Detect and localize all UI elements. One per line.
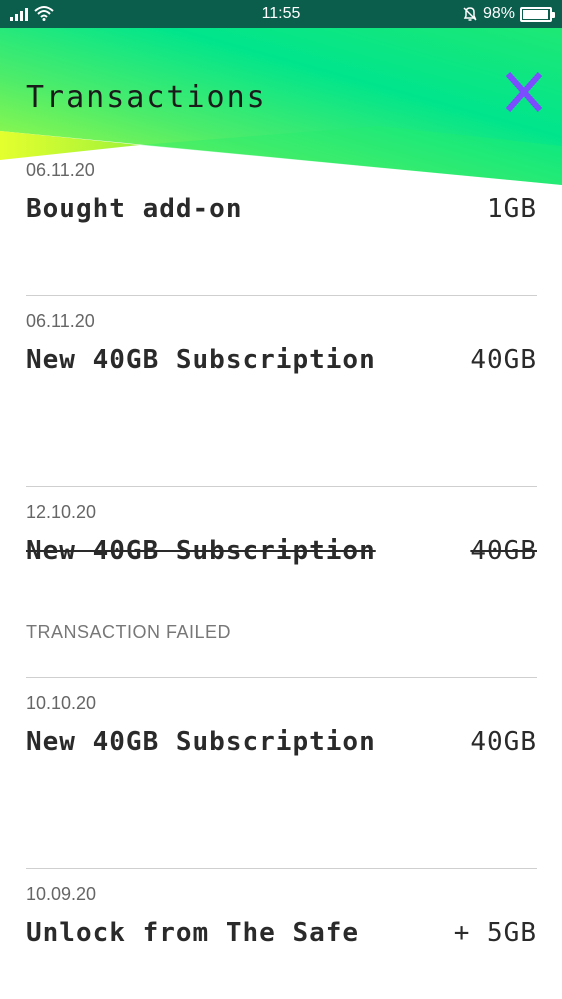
transaction-title: New 40GB Subscription [26,536,376,566]
transaction-amount: 40GB [470,345,537,375]
transaction-date: 10.09.20 [26,884,97,904]
transaction-date: 06.11.20 [26,311,95,331]
transaction-title: New 40GB Subscription [26,727,376,757]
bell-muted-icon [463,7,477,21]
divider [26,868,537,869]
transaction-amount: 40GB [470,727,537,757]
transaction-title: New 40GB Subscription [26,345,376,375]
transaction-status: TRANSACTION FAILED [26,622,232,642]
divider [26,295,537,296]
transaction-title: Bought add-on [26,194,243,224]
transaction-amount: 40GB [470,536,537,566]
battery-icon [520,6,555,22]
close-icon [505,72,543,112]
close-button[interactable] [500,68,548,116]
divider [26,486,537,487]
transaction-date: 12.10.20 [26,502,97,522]
transaction-title: Unlock from The Safe [26,918,360,948]
status-icons-right: 98% [462,5,555,23]
battery-percent: 98% [482,5,515,22]
page-title: Transactions [26,80,267,115]
transaction-amount: + 5GB [453,918,537,948]
transaction-date: 10.10.20 [26,693,97,713]
transaction-amount: 1GB [487,194,537,224]
transaction-date: 06.11.20 [26,160,95,180]
divider [26,677,537,678]
status-bar: 11:55 98% [0,0,562,28]
